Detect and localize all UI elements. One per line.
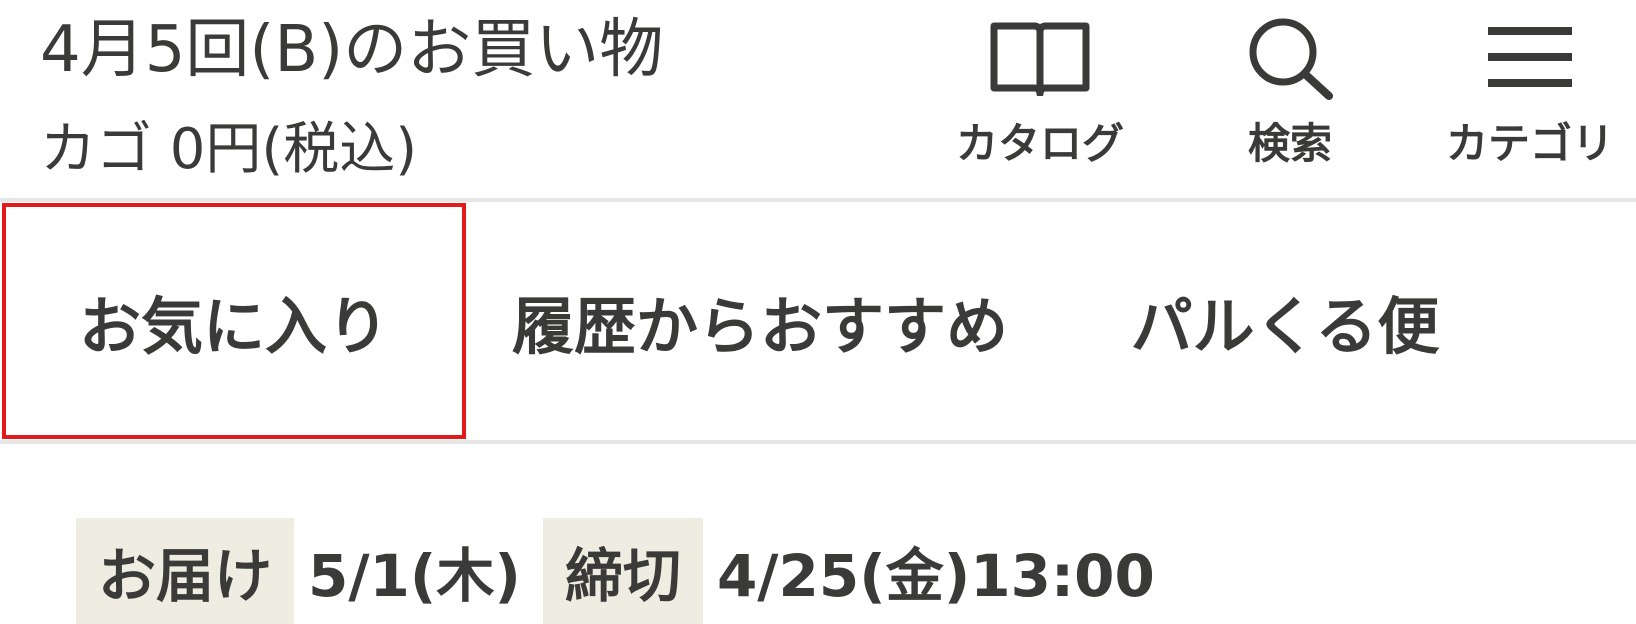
tab-history-recommendations[interactable]: 履歴からおすすめ xyxy=(490,203,1030,439)
tab-palkuru-bin[interactable]: パルくる便 xyxy=(1110,203,1460,439)
delivery-date: 5/1(木) xyxy=(308,542,521,610)
search-button[interactable]: 検索 xyxy=(1220,14,1360,190)
catalog-label: カタログ xyxy=(955,119,1124,168)
header: 4月5回(B)のお買い物 カゴ 0円(税込) カタログ 検索 カテゴリ xyxy=(0,0,1636,200)
delivery-info: お届け 5/1(木) 締切 4/25(金)13:00 xyxy=(76,518,1177,624)
tab-bar: お気に入り 履歴からおすすめ パルくる便 xyxy=(0,203,1636,439)
catalog-button[interactable]: カタログ xyxy=(940,14,1140,190)
search-icon xyxy=(1245,14,1335,100)
deadline-datetime: 4/25(金)13:00 xyxy=(716,542,1155,610)
search-label: 検索 xyxy=(1247,119,1332,168)
category-button[interactable]: カテゴリ xyxy=(1430,14,1630,190)
tab-favorites[interactable]: お気に入り xyxy=(2,203,466,439)
header-divider xyxy=(0,198,1636,202)
book-icon xyxy=(988,14,1092,100)
order-title: 4月5回(B)のお買い物 xyxy=(40,13,664,87)
delivery-tag: お届け xyxy=(76,518,295,624)
cart-total[interactable]: カゴ 0円(税込) xyxy=(40,108,417,192)
tabs-divider xyxy=(0,440,1636,444)
category-label: カテゴリ xyxy=(1445,119,1614,168)
page: 4月5回(B)のお買い物 カゴ 0円(税込) カタログ 検索 カテゴリ お気に入… xyxy=(0,0,1636,624)
hamburger-menu-icon xyxy=(1486,14,1574,100)
deadline-tag: 締切 xyxy=(542,518,703,624)
